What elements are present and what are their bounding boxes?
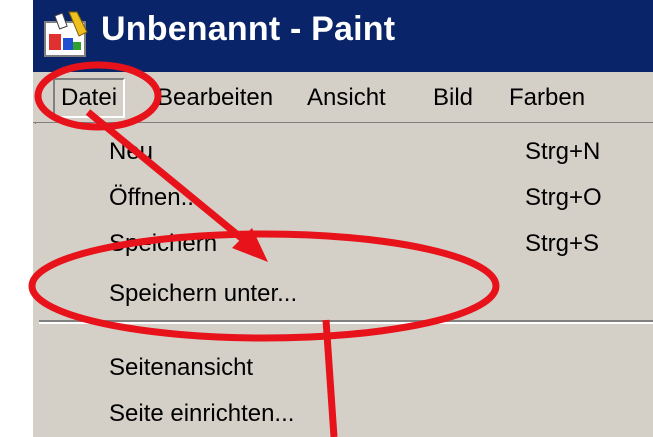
menu-separator — [39, 320, 653, 324]
menu-item-label: Speichern — [109, 230, 218, 257]
menu-bild-label: Bild — [433, 84, 474, 111]
menu-item-oeffnen[interactable]: Öffnen... Strg+O — [33, 176, 653, 224]
paint-window: Unbenannt - Paint Datei Bearbeiten Ansic… — [30, 0, 653, 437]
menu-farben[interactable]: Farben — [503, 80, 591, 116]
menu-datei-label: Datei — [61, 84, 118, 111]
menu-item-speichern[interactable]: Speichern Strg+S — [33, 222, 653, 270]
menu-datei[interactable]: Datei — [53, 78, 126, 118]
file-menu-dropdown: Neu Strg+N Öffnen... Strg+O Speichern St… — [33, 124, 653, 437]
menu-item-label: Neu — [109, 138, 154, 165]
menu-item-shortcut: Strg+S — [525, 230, 600, 257]
menu-item-label: Öffnen... — [109, 184, 201, 211]
menu-item-speichern-unter[interactable]: Speichern unter... — [33, 272, 653, 320]
menu-ansicht-label: Ansicht — [307, 84, 386, 111]
title-bar[interactable]: Unbenannt - Paint — [33, 0, 653, 72]
menu-ansicht[interactable]: Ansicht — [301, 80, 392, 116]
menu-bar: Datei Bearbeiten Ansicht Bild Farben — [33, 72, 653, 123]
window-title: Unbenannt - Paint — [101, 10, 396, 48]
menu-item-shortcut: Strg+O — [525, 184, 602, 211]
menu-item-neu[interactable]: Neu Strg+N — [33, 130, 653, 178]
paint-app-icon — [44, 11, 88, 57]
menu-bearbeiten[interactable]: Bearbeiten — [151, 80, 279, 116]
menu-item-shortcut: Strg+N — [525, 138, 601, 165]
menu-bearbeiten-label: Bearbeiten — [157, 84, 274, 111]
menu-farben-label: Farben — [509, 84, 586, 111]
menu-item-label: Seitenansicht — [109, 354, 254, 381]
menu-item-label: Speichern unter... — [109, 280, 298, 307]
menu-bild[interactable]: Bild — [427, 80, 479, 116]
menu-item-seite-einrichten[interactable]: Seite einrichten... — [33, 392, 653, 437]
menu-item-seitenansicht[interactable]: Seitenansicht — [33, 346, 653, 394]
menu-item-label: Seite einrichten... — [109, 400, 295, 427]
